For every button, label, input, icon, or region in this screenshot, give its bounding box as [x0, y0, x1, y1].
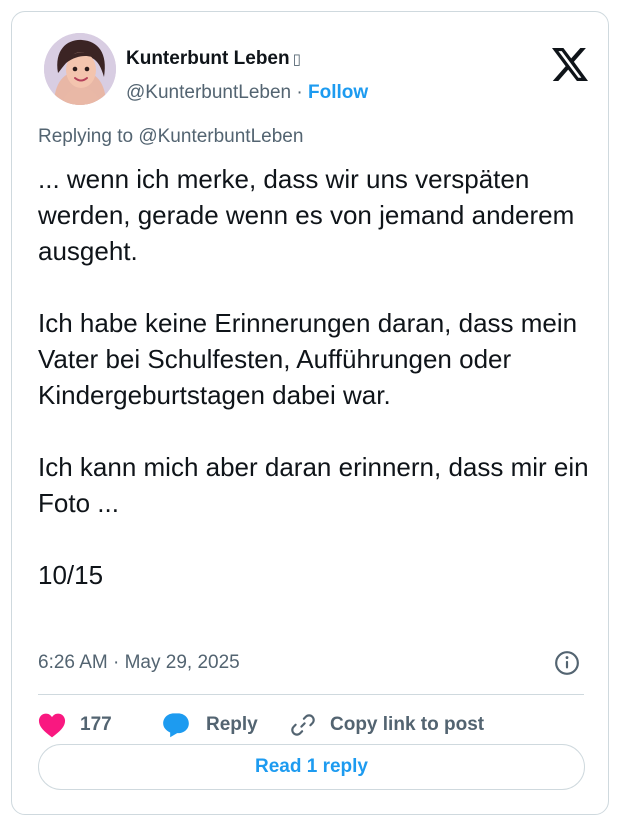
- replying-prefix: Replying to: [38, 126, 139, 147]
- like-button[interactable]: 177: [38, 708, 112, 742]
- replying-to: Replying to @KunterbuntLeben: [38, 126, 303, 148]
- action-bar: 177 Reply Copy link to post: [38, 708, 584, 742]
- info-icon[interactable]: [554, 650, 580, 676]
- read-replies-label: Read 1 reply: [255, 756, 368, 777]
- tweet-text: ... wenn ich merke, dass wir uns verspät…: [38, 164, 589, 590]
- link-icon: [291, 714, 315, 736]
- reply-label: Reply: [206, 714, 258, 735]
- heart-icon: [38, 713, 66, 738]
- divider: [38, 694, 584, 695]
- author-name-text: Kunterbunt Leben: [126, 48, 290, 69]
- copy-link-button[interactable]: Copy link to post: [290, 708, 484, 742]
- follow-button[interactable]: Follow: [308, 82, 368, 103]
- copy-link-label: Copy link to post: [330, 714, 485, 735]
- author-handle[interactable]: @KunterbuntLeben: [126, 82, 291, 103]
- replying-handle-link[interactable]: @KunterbuntLeben: [138, 126, 303, 147]
- reply-button[interactable]: Reply: [162, 708, 258, 742]
- read-replies-button[interactable]: Read 1 reply: [38, 744, 585, 790]
- speech-bubble-icon: [163, 713, 189, 738]
- x-logo-icon[interactable]: [552, 48, 588, 81]
- handle-separator: ·: [296, 82, 303, 103]
- like-count: 177: [80, 714, 112, 735]
- timestamp[interactable]: 6:26 AM · May 29, 2025: [38, 652, 240, 674]
- avatar[interactable]: [44, 33, 116, 105]
- tweet-card: Kunterbunt Leben ▯ @KunterbuntLeben · Fol…: [11, 11, 609, 815]
- author-name[interactable]: Kunterbunt Leben ▯: [126, 48, 301, 70]
- author-badge: ▯: [292, 51, 301, 68]
- avatar-illustration: [44, 33, 116, 105]
- handle-row: @KunterbuntLeben · Follow: [126, 82, 368, 104]
